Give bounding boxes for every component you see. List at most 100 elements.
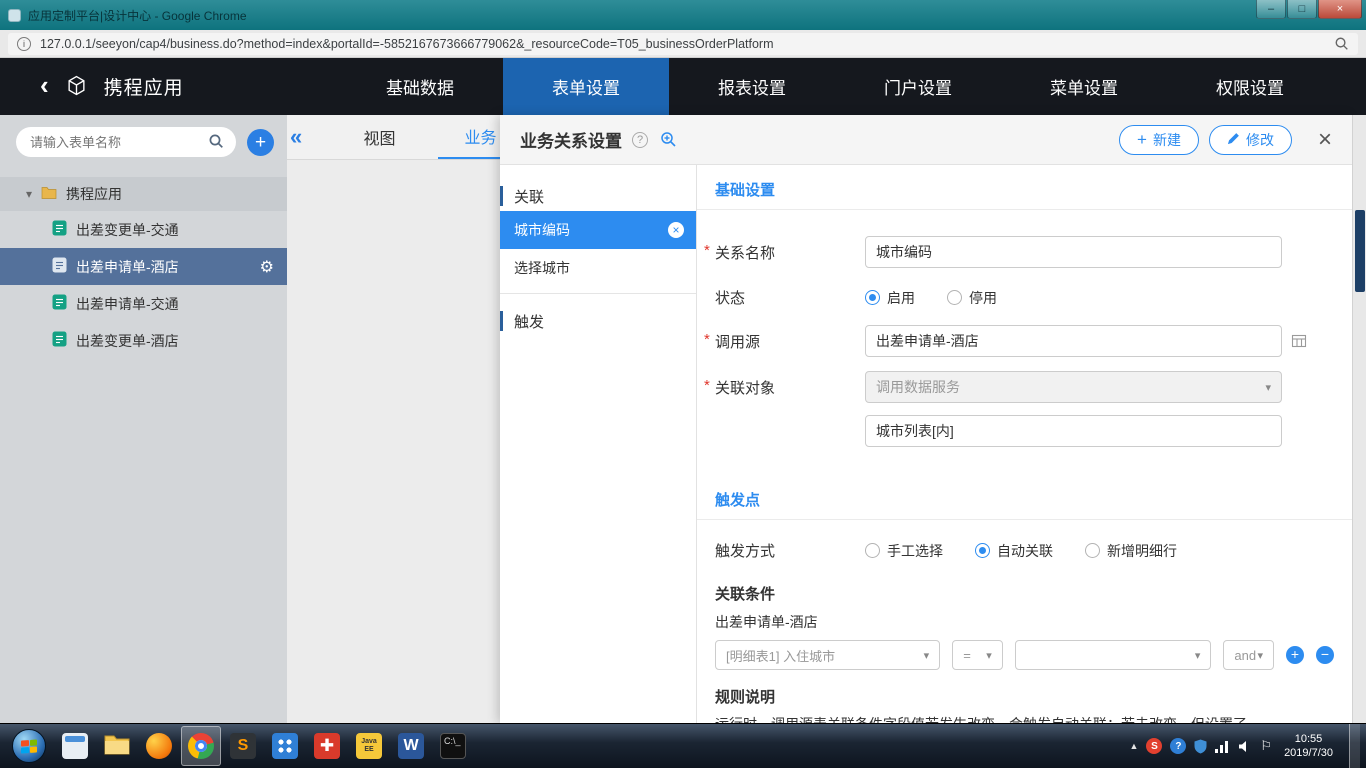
top-nav-left: ‹ 携程应用 [0, 58, 337, 115]
form-item-change-hotel[interactable]: 出差变更单-酒店 [0, 322, 287, 359]
add-condition-button[interactable]: + [1286, 646, 1304, 664]
scrollbar-thumb[interactable] [1355, 210, 1365, 292]
add-form-button[interactable]: + [247, 129, 274, 156]
radio-auto-associate[interactable]: 自动关联 [975, 541, 1053, 561]
taskbar-cmd-icon[interactable]: C:\_ [433, 726, 473, 766]
shield-icon[interactable] [1194, 739, 1207, 754]
chevron-down-icon: ▾ [986, 649, 992, 662]
taskbar-sublime-icon[interactable]: S [223, 726, 263, 766]
condition-logic-value: and [1234, 648, 1256, 663]
taskbar-explorer-icon[interactable] [97, 726, 137, 766]
nav-item-city-code[interactable]: 城市编码 × [500, 211, 696, 249]
chevron-down-icon: ▾ [1257, 649, 1263, 662]
target-detail-input[interactable] [865, 415, 1282, 447]
panel-body: 关联 城市编码 × 选择城市 触发 基础设置 * [500, 165, 1352, 723]
condition-logic-select[interactable]: and ▾ [1223, 640, 1274, 670]
condition-field-select[interactable]: [明细表1] 入住城市 ▾ [715, 640, 940, 670]
tab-permission-settings[interactable]: 权限设置 [1167, 58, 1333, 115]
action-center-flag-icon[interactable]: ⚐ [1260, 738, 1272, 754]
taskbar-word-icon[interactable]: W [391, 726, 431, 766]
app-cube-icon[interactable] [66, 75, 87, 99]
show-desktop-button[interactable] [1349, 724, 1360, 769]
panel-header: 业务关系设置 ? + 新建 修改 × [500, 115, 1352, 165]
radio-label: 停用 [969, 288, 997, 308]
form-item-change-traffic[interactable]: 出差变更单-交通 [0, 211, 287, 248]
search-input[interactable] [28, 134, 202, 151]
helper-tray-icon[interactable]: ? [1170, 738, 1186, 754]
browser-zoom-icon[interactable] [1334, 36, 1349, 51]
radio-enabled[interactable]: 启用 [865, 288, 915, 308]
tab-view[interactable]: 视图 [337, 115, 422, 159]
site-info-icon[interactable]: i [17, 37, 31, 51]
radio-manual-select[interactable]: 手工选择 [865, 541, 943, 561]
new-relation-button[interactable]: + 新建 [1119, 125, 1199, 155]
radio-disabled[interactable]: 停用 [947, 288, 997, 308]
network-icon[interactable] [1215, 740, 1230, 753]
source-input[interactable] [865, 325, 1282, 357]
nav-item-label: 城市编码 [514, 220, 570, 240]
taskbar-firefox-icon[interactable] [139, 726, 179, 766]
form-picker-icon[interactable] [1291, 333, 1307, 349]
close-panel-icon[interactable]: × [1318, 128, 1332, 152]
tray-clock[interactable]: 10:55 2019/7/30 [1284, 732, 1333, 760]
rule-text-line1: 运行时，调用源表关联条件字段值若发生改变，会触发自动关联；若未改变，但设置了 [715, 713, 1334, 723]
required-mark: * [704, 377, 710, 394]
close-window-button[interactable]: × [1318, 0, 1362, 19]
minimize-button[interactable]: – [1256, 0, 1286, 19]
taskbar-reader-app-icon[interactable]: ✚ [307, 726, 347, 766]
condition-form-name: 出差申请单-酒店 [715, 612, 1352, 632]
form-item-apply-traffic[interactable]: 出差申请单-交通 [0, 285, 287, 322]
new-button-label: 新建 [1153, 130, 1181, 150]
taskbar-app-window-icon[interactable] [55, 726, 95, 766]
tab-menu-settings[interactable]: 菜单设置 [1001, 58, 1167, 115]
tab-report-settings[interactable]: 报表设置 [669, 58, 835, 115]
radio-label: 新增明细行 [1107, 541, 1177, 561]
nav-item-select-city[interactable]: 选择城市 [500, 249, 696, 287]
app-title: 携程应用 [104, 73, 184, 100]
volume-icon[interactable] [1238, 740, 1252, 753]
folder-icon [41, 186, 57, 202]
tab-portal-settings[interactable]: 门户设置 [835, 58, 1001, 115]
folder-icon [104, 734, 130, 758]
source-row: * 调用源 [697, 325, 1332, 357]
search-box[interactable] [16, 127, 236, 157]
condition-value-select[interactable]: ▾ [1015, 640, 1212, 670]
radio-new-detail-row[interactable]: 新增明细行 [1085, 541, 1177, 561]
condition-operator-select[interactable]: = ▾ [952, 640, 1003, 670]
back-icon[interactable]: ‹ [40, 72, 49, 98]
tree-root-folder[interactable]: ▾ 携程应用 [0, 177, 287, 211]
status-row: 状态 启用 停用 [697, 287, 1332, 308]
maximize-button[interactable]: □ [1287, 0, 1317, 19]
remove-relation-icon[interactable]: × [668, 222, 684, 238]
relation-name-input[interactable] [865, 236, 1282, 268]
tray-expand-icon[interactable]: ▲ [1129, 741, 1138, 751]
start-button[interactable] [12, 729, 46, 763]
page-favicon [8, 9, 21, 22]
nav-group-trigger[interactable]: 触发 [500, 306, 696, 336]
taskbar-chrome-icon[interactable] [181, 726, 221, 766]
nav-group-association[interactable]: 关联 [500, 181, 696, 211]
trigger-mode-row: 触发方式 手工选择 自动关联 新增明细行 [697, 540, 1332, 561]
browser-address-bar: i 127.0.0.1/seeyon/cap4/business.do?meth… [0, 30, 1366, 58]
form-item-apply-hotel[interactable]: 出差申请单-酒店 ⚙ [0, 248, 287, 285]
tree-expand-icon[interactable]: ▾ [26, 187, 32, 201]
zoom-in-icon[interactable] [660, 131, 677, 148]
modify-relation-button[interactable]: 修改 [1209, 125, 1292, 155]
taskbar-javaee-ide-icon[interactable]: Java EE [349, 726, 389, 766]
taskbar-im-app-icon[interactable] [265, 726, 305, 766]
sogou-tray-icon[interactable]: S [1146, 738, 1162, 754]
basic-section-header: 基础设置 [697, 165, 1352, 210]
radio-dot [947, 290, 962, 305]
tab-form-settings[interactable]: 表单设置 [503, 58, 669, 115]
vertical-scrollbar[interactable] [1352, 115, 1366, 723]
help-icon[interactable]: ? [632, 132, 648, 148]
business-relation-panel: 业务关系设置 ? + 新建 修改 × 关联 城市编 [500, 115, 1352, 723]
omnibox[interactable]: i 127.0.0.1/seeyon/cap4/business.do?meth… [8, 33, 1358, 55]
target-select[interactable]: 调用数据服务 ▾ [865, 371, 1282, 403]
radio-dot [865, 543, 880, 558]
remove-condition-button[interactable]: − [1316, 646, 1334, 664]
collapse-sidebar-icon[interactable]: « [290, 124, 302, 150]
rule-label: 规则说明 [715, 686, 1352, 707]
tab-basic-data[interactable]: 基础数据 [337, 58, 503, 115]
form-settings-gear-icon[interactable]: ⚙ [260, 257, 274, 277]
